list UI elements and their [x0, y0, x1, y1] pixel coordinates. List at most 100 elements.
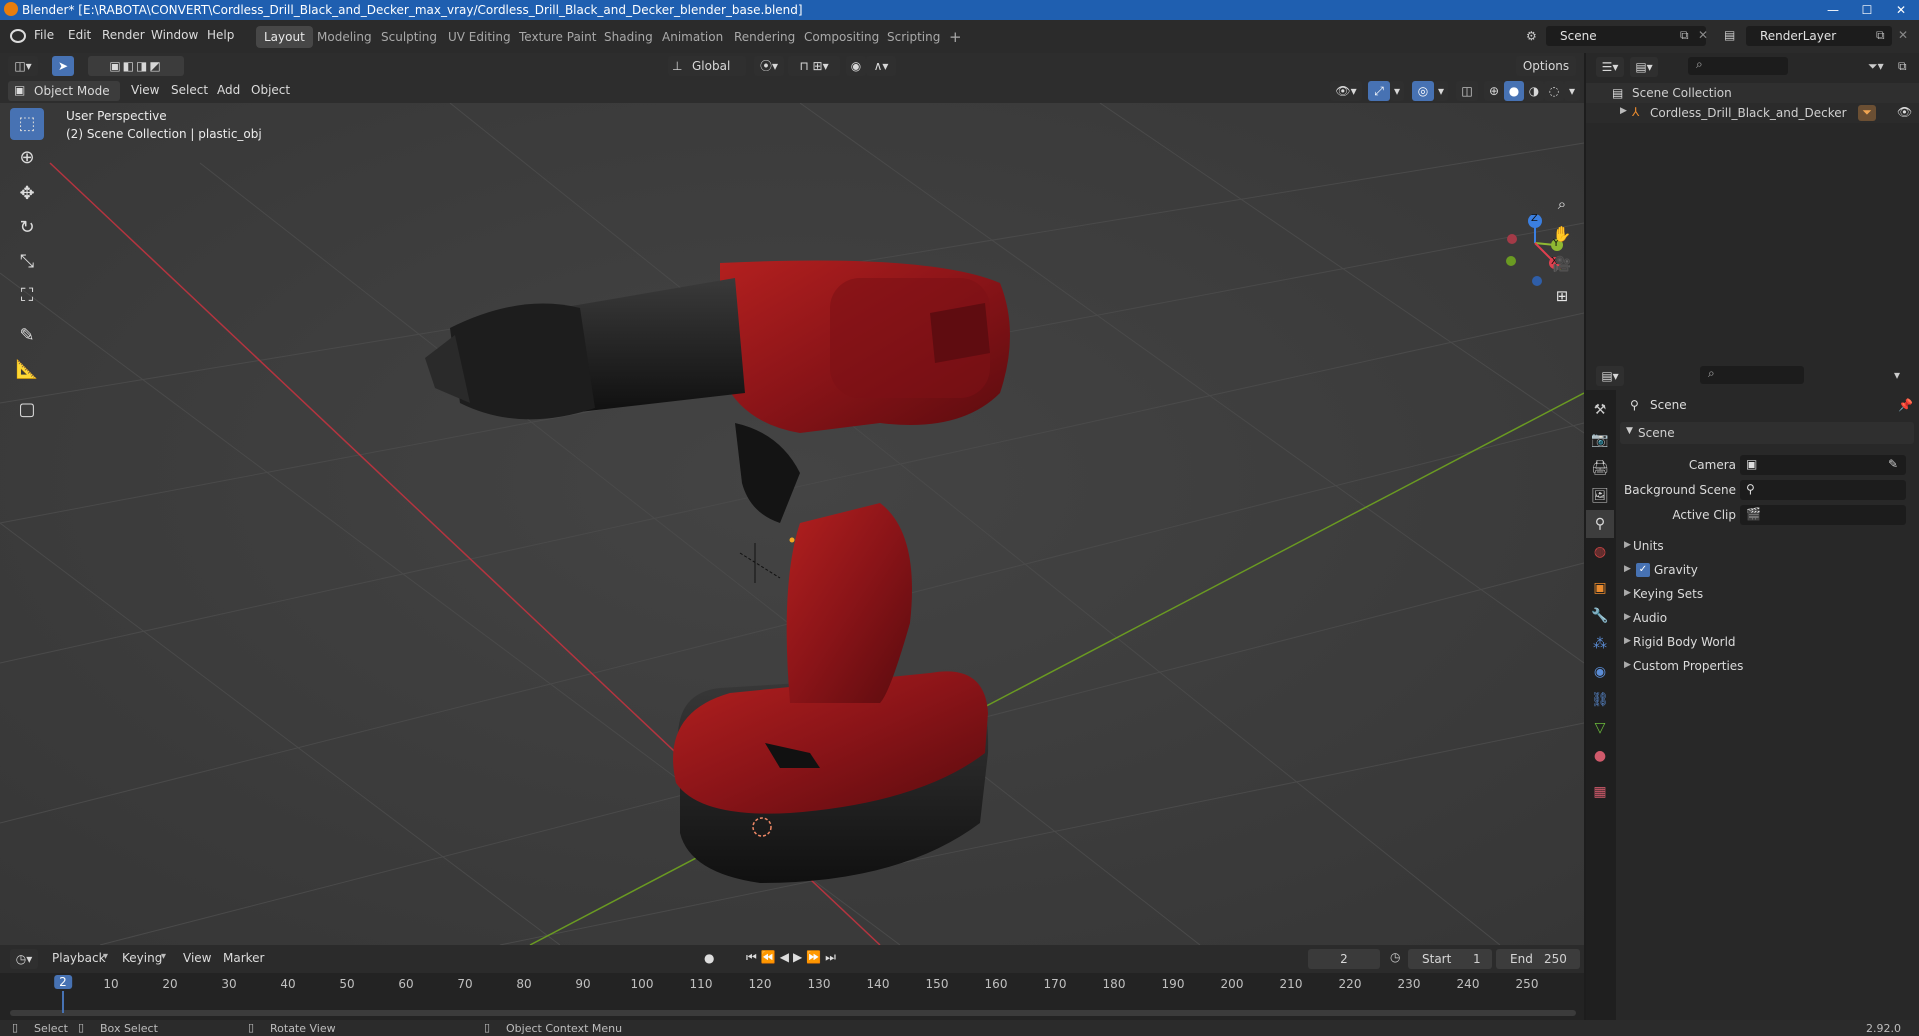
object-tab-icon[interactable]: ▣	[1586, 574, 1614, 602]
outliner-row-root[interactable]: ▤ Scene Collection	[1586, 83, 1919, 103]
pin-icon[interactable]: 📌	[1898, 398, 1913, 412]
tab-scripting[interactable]: Scripting	[879, 26, 948, 48]
measure-tool-icon[interactable]: 📐	[10, 354, 44, 386]
overlay-dropdown[interactable]: ▾	[1434, 81, 1448, 101]
gizmo-toggle-icon[interactable]: ⤢	[1368, 81, 1390, 101]
outliner-search-input[interactable]: ⌕	[1688, 57, 1788, 75]
tab-compositing[interactable]: Compositing	[796, 26, 887, 48]
overlay-toggle-icon[interactable]: ◎	[1412, 81, 1434, 101]
menu-render[interactable]: Render	[102, 28, 145, 42]
tab-layout[interactable]: Layout	[256, 26, 313, 48]
modifier-tab-icon[interactable]: 🔧	[1586, 602, 1614, 630]
expand-arrow-icon[interactable]: ▶	[1620, 106, 1627, 116]
renderlayer-browse-icon[interactable]: ▤	[1724, 28, 1735, 42]
timeline-menu-keying[interactable]: Keying	[122, 951, 162, 965]
record-keyframes-icon[interactable]: ●	[704, 951, 714, 965]
active-clip-field[interactable]: 🎬	[1740, 505, 1906, 525]
add-cube-tool-icon[interactable]: ▢	[10, 394, 44, 426]
viewport-menu-select[interactable]: Select	[171, 83, 208, 97]
perspective-toggle-icon[interactable]: ⊞	[1548, 282, 1576, 310]
delete-renderlayer-icon[interactable]: ✕	[1898, 28, 1908, 42]
material-tab-icon[interactable]: ●	[1586, 742, 1614, 770]
wireframe-shading-icon[interactable]: ⊕	[1484, 81, 1504, 101]
snapping-dropdown[interactable]: ⊓ ⊞▾	[788, 56, 840, 76]
gizmo-dropdown[interactable]: ▾	[1390, 81, 1404, 101]
xray-toggle-icon[interactable]: ◫	[1456, 81, 1478, 101]
audio-arrow-icon[interactable]: ▶	[1624, 612, 1631, 622]
annotate-tool-icon[interactable]: ✎	[10, 320, 44, 352]
editor-type-button[interactable]: ◫▾	[8, 56, 38, 76]
outliner-filter-icon[interactable]: ⏷▾	[1868, 59, 1884, 74]
menu-file[interactable]: File	[34, 28, 54, 42]
move-tool-icon[interactable]: ✥	[10, 178, 44, 210]
outliner-editor-type[interactable]: ☰▾	[1596, 57, 1624, 77]
custom-props-arrow-icon[interactable]: ▶	[1624, 660, 1631, 670]
menu-window[interactable]: Window	[151, 28, 198, 42]
rendered-shading-icon[interactable]: ◌	[1544, 81, 1564, 101]
rigid-body-world-section[interactable]: Rigid Body World	[1633, 635, 1736, 649]
scale-tool-icon[interactable]: ⤡	[10, 246, 44, 278]
close-button[interactable]: ✕	[1884, 0, 1918, 20]
blender-menu-icon[interactable]	[10, 29, 26, 43]
outliner-display-mode[interactable]: ▤▾	[1630, 57, 1658, 77]
physics-tab-icon[interactable]: ◉	[1586, 658, 1614, 686]
keying-sets-arrow-icon[interactable]: ▶	[1624, 588, 1631, 598]
audio-section[interactable]: Audio	[1633, 611, 1667, 625]
select-tool-icon[interactable]: ➤	[52, 56, 74, 76]
tab-modeling[interactable]: Modeling	[309, 26, 380, 48]
pan-hand-icon[interactable]: ✋	[1548, 220, 1576, 248]
viewport-menu-object[interactable]: Object	[251, 83, 290, 97]
scene-browse-icon[interactable]: ⚙	[1526, 29, 1537, 43]
gravity-arrow-icon[interactable]: ▶	[1624, 564, 1631, 574]
zoom-icon[interactable]: ⌕	[1548, 190, 1576, 218]
new-scene-icon[interactable]: ⧉	[1680, 28, 1689, 43]
tab-animation[interactable]: Animation	[654, 26, 731, 48]
add-workspace-button[interactable]: +	[941, 26, 970, 48]
clock-icon[interactable]: ◷	[1390, 950, 1400, 964]
render-tab-icon[interactable]: 📷	[1586, 426, 1614, 454]
viewport-menu-add[interactable]: Add	[217, 83, 240, 97]
tool-tab-icon[interactable]: ⚒	[1586, 396, 1614, 424]
select-box-tool-icon[interactable]: ⬚	[10, 108, 44, 140]
viewport-menu-view[interactable]: View	[131, 83, 159, 97]
outliner-row-object[interactable]: ▶ ⅄ Cordless_Drill_Black_and_Decker ⏷ 👁	[1586, 103, 1919, 123]
selection-mode-buttons[interactable]: ▣◧◨◩	[88, 56, 184, 76]
shading-dropdown[interactable]: ▾	[1564, 81, 1580, 101]
tab-rendering[interactable]: Rendering	[726, 26, 803, 48]
properties-editor-type[interactable]: ▤▾	[1596, 366, 1624, 386]
constraints-tab-icon[interactable]: ⛓	[1586, 686, 1614, 714]
renderlayer-selector[interactable]: RenderLayer	[1746, 26, 1892, 46]
new-renderlayer-icon[interactable]: ⧉	[1876, 28, 1885, 43]
tab-shading[interactable]: Shading	[596, 26, 661, 48]
proportional-editing-icon[interactable]: ◉	[846, 56, 866, 76]
3d-viewport[interactable]: Z Y X User Perspective (2) Scene Collect…	[0, 103, 1584, 945]
keying-sets-section[interactable]: Keying Sets	[1633, 587, 1703, 601]
custom-properties-section[interactable]: Custom Properties	[1633, 659, 1743, 673]
data-tab-icon[interactable]: ▽	[1586, 714, 1614, 742]
object-filter-icon[interactable]: ⏷	[1858, 105, 1876, 121]
menu-edit[interactable]: Edit	[68, 28, 91, 42]
rotate-tool-icon[interactable]: ↻	[10, 212, 44, 244]
playback-controls[interactable]: ⏮⏪◀▶⏩⏭	[746, 950, 840, 965]
units-arrow-icon[interactable]: ▶	[1624, 540, 1631, 550]
gravity-section[interactable]: Gravity	[1654, 563, 1698, 577]
cursor-tool-icon[interactable]: ⊕	[10, 142, 44, 174]
current-frame-field[interactable]: 2	[1308, 949, 1380, 969]
playhead[interactable]: 2	[54, 975, 72, 989]
gravity-checkbox[interactable]: ✓	[1636, 563, 1650, 577]
properties-options-icon[interactable]: ▾	[1894, 368, 1900, 382]
visibility-dropdown[interactable]: 👁▾	[1330, 81, 1362, 101]
scene-panel-header[interactable]: ▼ Scene	[1620, 422, 1914, 444]
end-frame-field[interactable]: End	[1496, 949, 1580, 969]
proportional-falloff-icon[interactable]: ∧▾	[866, 56, 896, 76]
material-shading-icon[interactable]: ◑	[1524, 81, 1544, 101]
minimize-button[interactable]: —	[1816, 0, 1850, 20]
properties-search-input[interactable]: ⌕	[1700, 366, 1804, 384]
timeline-editor-type[interactable]: ◷▾	[10, 949, 38, 969]
solid-shading-icon[interactable]: ●	[1504, 81, 1524, 101]
camera-field[interactable]: ▣ ✎	[1740, 455, 1906, 475]
menu-help[interactable]: Help	[207, 28, 234, 42]
new-collection-icon[interactable]: ⧉	[1898, 59, 1907, 74]
timeline-menu-marker[interactable]: Marker	[223, 951, 264, 965]
timeline-scrollbar[interactable]	[10, 1010, 1576, 1016]
